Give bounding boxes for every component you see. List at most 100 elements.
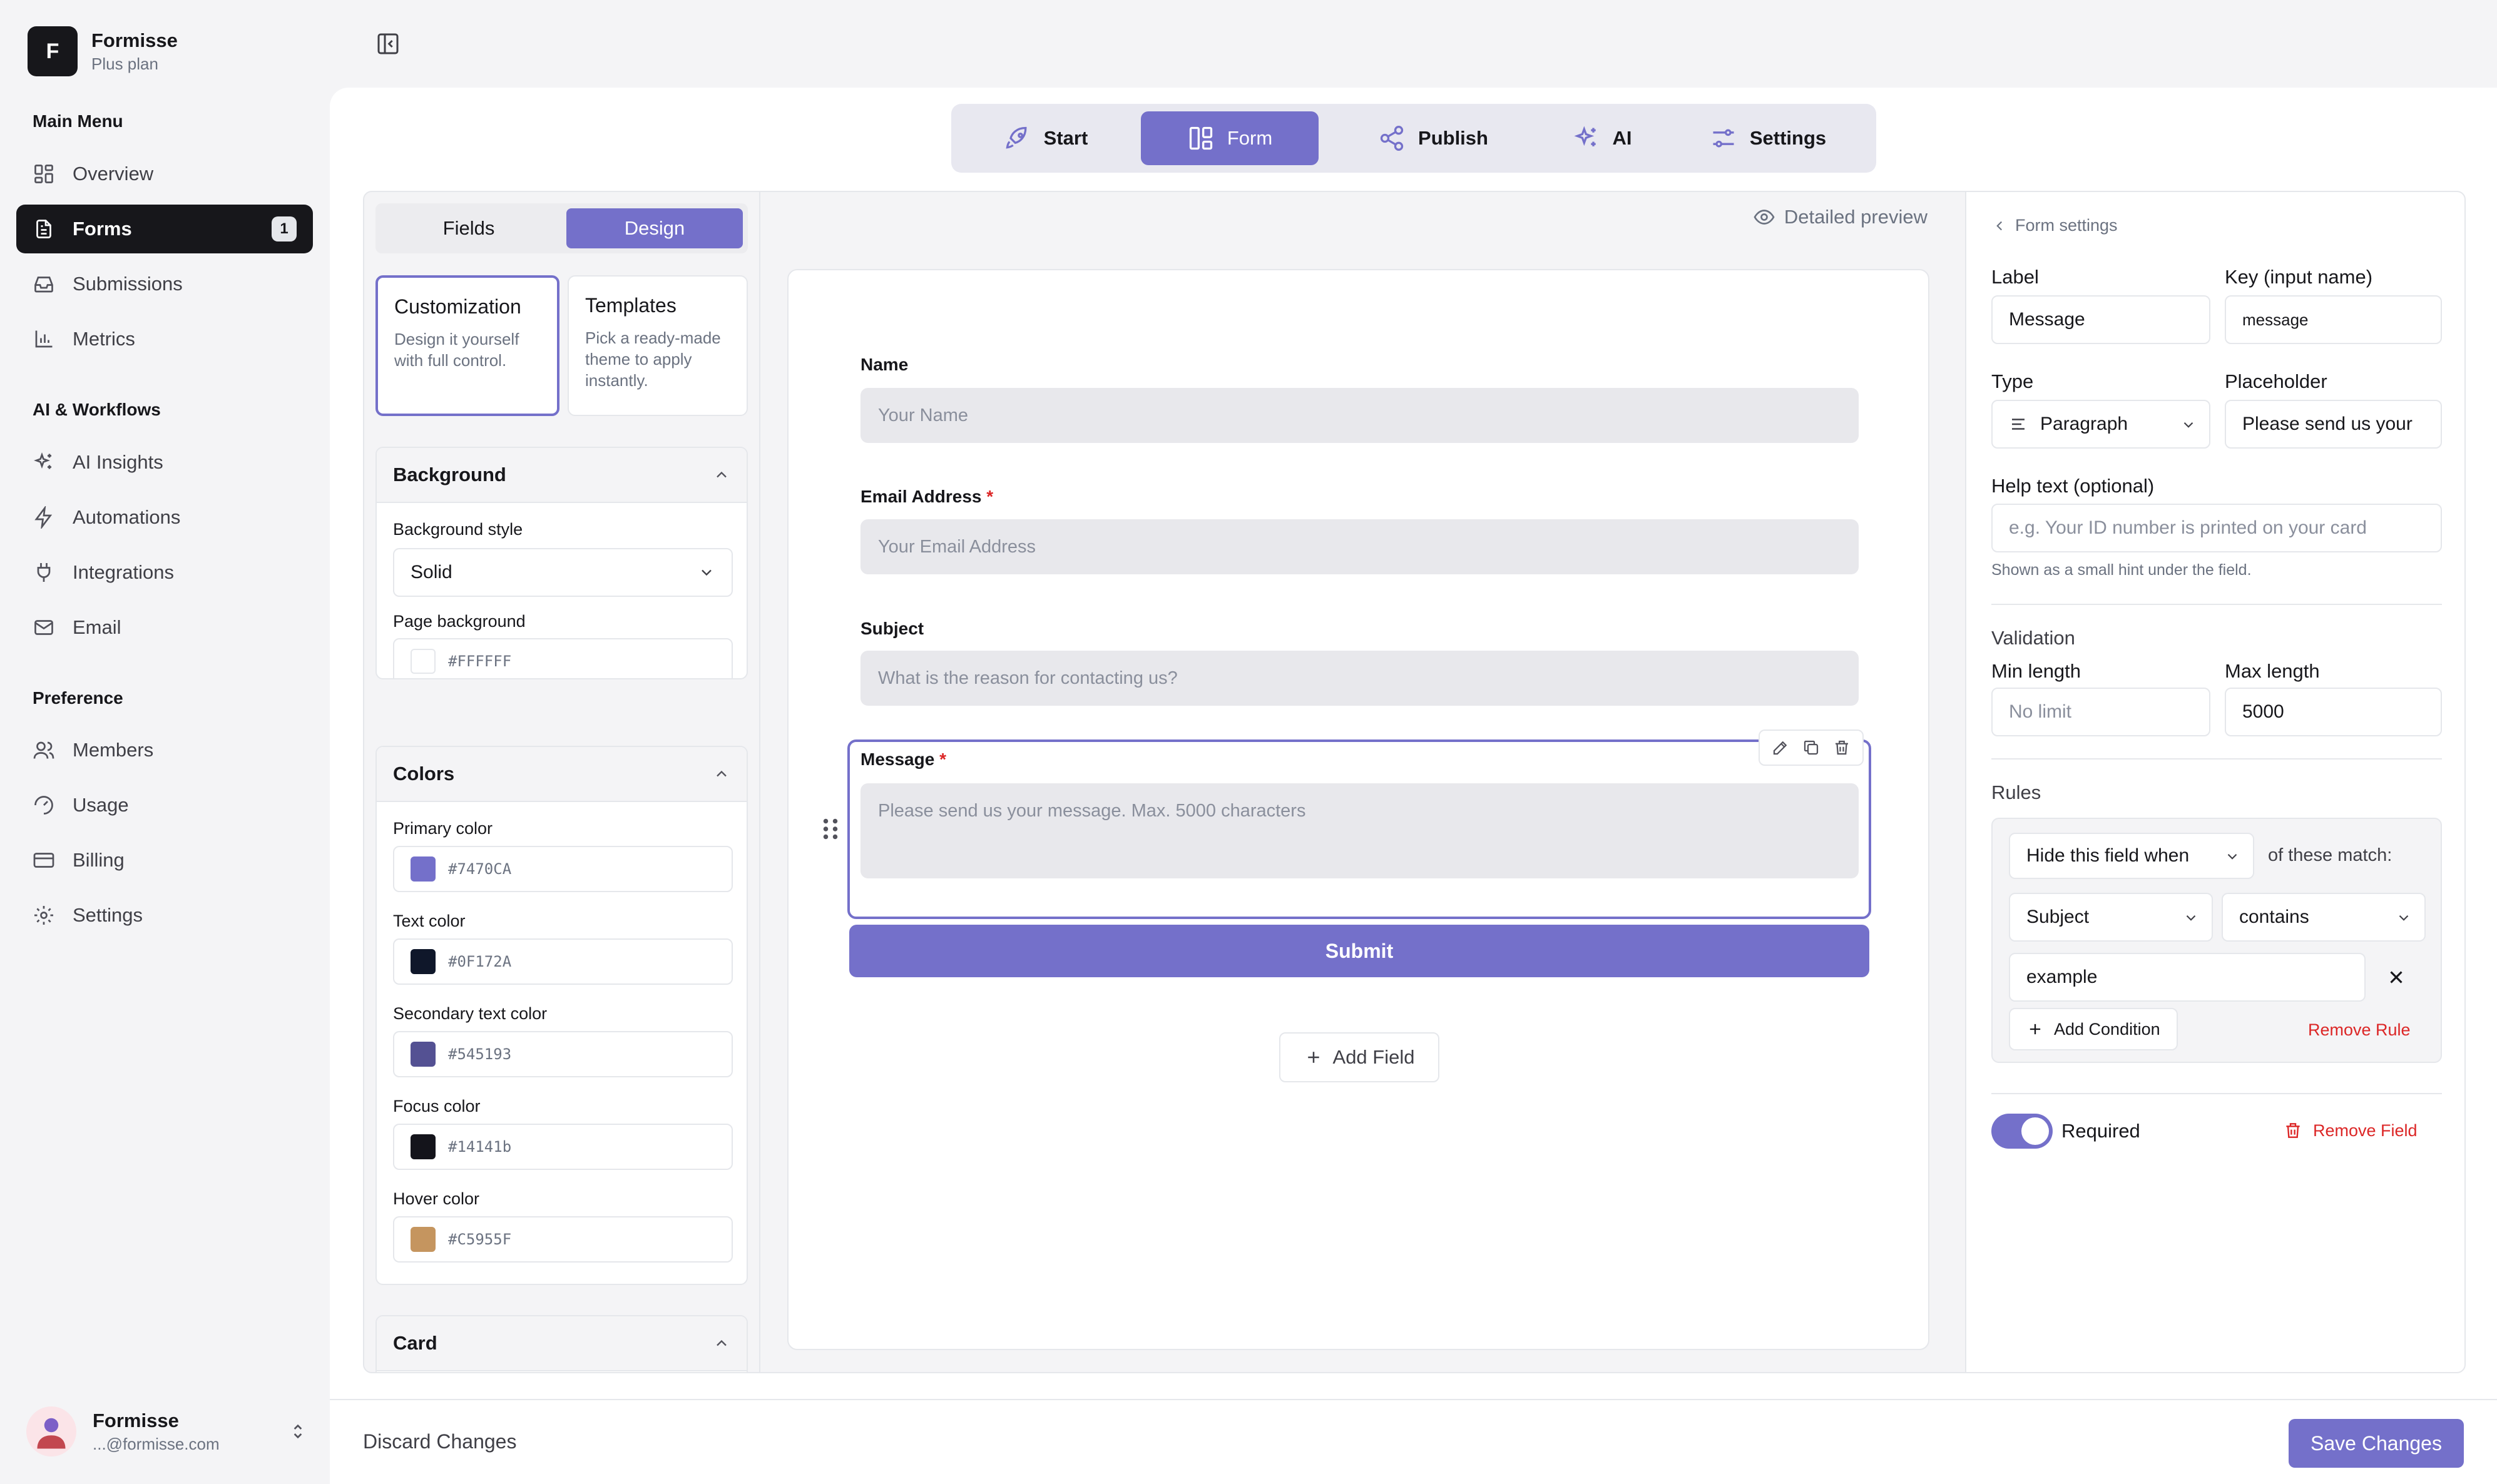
help-text-input[interactable]: e.g. Your ID number is printed on your c… bbox=[1991, 504, 2442, 552]
mode-templates[interactable]: Templates Pick a ready-made theme to app… bbox=[568, 275, 748, 416]
background-style-label: Background style bbox=[393, 520, 523, 539]
chevron-down-icon bbox=[2227, 853, 2237, 860]
lightning-icon bbox=[34, 506, 53, 529]
label-input[interactable]: Message bbox=[1991, 295, 2210, 344]
card-section-header[interactable]: Card bbox=[377, 1316, 747, 1371]
sidebar-item-email[interactable]: Email bbox=[16, 603, 313, 652]
trash-icon[interactable] bbox=[1832, 738, 1851, 757]
placeholder-input[interactable]: Please send us your bbox=[2225, 400, 2442, 449]
sidebar-item-label: Automations bbox=[73, 506, 181, 528]
panel-tab-switch: Fields Design bbox=[375, 203, 748, 253]
add-condition-button[interactable]: Add Condition bbox=[2009, 1008, 2178, 1050]
colors-section-header[interactable]: Colors bbox=[377, 747, 747, 802]
close-icon[interactable] bbox=[2386, 967, 2407, 988]
text-color-label: Text color bbox=[393, 912, 466, 930]
page-background-input[interactable]: #FFFFFF bbox=[393, 638, 733, 678]
paragraph-icon bbox=[2012, 419, 2025, 430]
min-length-title: Min length bbox=[1991, 660, 2081, 682]
mode-desc: Pick a ready-made theme to apply instant… bbox=[585, 328, 721, 390]
email-field-input[interactable]: Your Email Address bbox=[860, 519, 1859, 574]
background-section-header[interactable]: Background bbox=[377, 448, 747, 503]
min-length-input[interactable]: No limit bbox=[1991, 688, 2210, 736]
save-changes-button[interactable]: Save Changes bbox=[2289, 1419, 2464, 1468]
primary-color-input[interactable]: #7470CA bbox=[393, 846, 733, 892]
share-icon bbox=[1380, 126, 1404, 151]
rule-field-select[interactable]: Subject bbox=[2009, 893, 2213, 942]
sidebar-item-automations[interactable]: Automations bbox=[16, 493, 313, 542]
sparkles-icon bbox=[34, 452, 51, 469]
sidebar-item-usage[interactable]: Usage bbox=[16, 781, 313, 830]
field-settings-panel: Form settings Label Message Key (input n… bbox=[1965, 191, 2466, 1373]
remove-field-button[interactable]: Remove Field bbox=[2283, 1121, 2418, 1141]
name-field-input[interactable]: Your Name bbox=[860, 388, 1859, 443]
text-color-input[interactable]: #0F172A bbox=[393, 938, 733, 985]
sidebar-item-settings[interactable]: Settings bbox=[16, 891, 313, 940]
tab-design[interactable]: Design bbox=[566, 208, 743, 248]
submit-button[interactable]: Submit bbox=[849, 925, 1869, 977]
preview-label: Detailed preview bbox=[1784, 206, 1928, 228]
email-field-label: Email Address * bbox=[860, 487, 993, 507]
tab-label: Publish bbox=[1418, 127, 1488, 149]
sidebar-item-label: Metrics bbox=[73, 328, 135, 350]
sidebar-item-integrations[interactable]: Integrations bbox=[16, 548, 313, 597]
max-length-title: Max length bbox=[2225, 660, 2320, 682]
tab-form[interactable]: Form bbox=[1141, 111, 1319, 165]
eye-icon bbox=[1754, 210, 1775, 225]
sidebar-item-overview[interactable]: Overview bbox=[16, 150, 313, 198]
focus-color-input[interactable]: #14141b bbox=[393, 1124, 733, 1170]
tab-start[interactable]: Start bbox=[988, 111, 1104, 165]
tab-publish[interactable]: Publish bbox=[1352, 111, 1514, 165]
chevron-up-icon bbox=[717, 770, 727, 777]
sidebar-item-label: Settings bbox=[73, 904, 143, 926]
rule-operator-select[interactable]: contains bbox=[2222, 893, 2426, 942]
plus-icon bbox=[1307, 1052, 1319, 1063]
detailed-preview-link[interactable]: Detailed preview bbox=[1753, 206, 1928, 228]
add-field-button[interactable]: Add Field bbox=[1279, 1032, 1439, 1082]
sidebar-item-label: Email bbox=[73, 616, 121, 638]
remove-rule-button[interactable]: Remove Rule bbox=[2308, 1020, 2411, 1040]
required-toggle[interactable] bbox=[1991, 1114, 2053, 1149]
rules-title: Rules bbox=[1991, 781, 2041, 803]
subject-field-input[interactable]: What is the reason for contacting us? bbox=[860, 651, 1859, 706]
tab-fields[interactable]: Fields bbox=[380, 208, 557, 248]
tab-label: AI bbox=[1612, 127, 1632, 149]
sidebar-item-forms[interactable]: Forms 1 bbox=[16, 205, 313, 253]
sidebar-item-members[interactable]: Members bbox=[16, 726, 313, 775]
pencil-icon[interactable] bbox=[1771, 738, 1790, 757]
type-select[interactable]: Paragraph bbox=[1991, 400, 2210, 449]
background-style-select[interactable]: Solid bbox=[393, 548, 733, 597]
message-field-textarea[interactable]: Please send us your message. Max. 5000 c… bbox=[860, 783, 1859, 878]
sidebar-collapse-icon[interactable] bbox=[375, 31, 401, 56]
mode-customization[interactable]: Customization Design it yourself with fu… bbox=[375, 275, 559, 416]
back-to-form-settings[interactable]: Form settings bbox=[1991, 216, 2118, 235]
secondary-color-input[interactable]: #545193 bbox=[393, 1031, 733, 1077]
sidebar-item-ai-insights[interactable]: AI Insights bbox=[16, 438, 313, 487]
sidebar-item-submissions[interactable]: Submissions bbox=[16, 260, 313, 308]
key-input[interactable]: message bbox=[2225, 295, 2442, 344]
validation-title: Validation bbox=[1991, 627, 2075, 649]
sidebar-item-metrics[interactable]: Metrics bbox=[16, 315, 313, 363]
select-value: Subject bbox=[2026, 907, 2090, 927]
hover-color-input[interactable]: #C5955F bbox=[393, 1216, 733, 1263]
forms-count-badge: 1 bbox=[272, 216, 297, 241]
gauge-icon bbox=[34, 796, 53, 815]
sidebar-item-label: Billing bbox=[73, 849, 125, 871]
max-length-input[interactable]: 5000 bbox=[2225, 688, 2442, 736]
tab-ai[interactable]: AI bbox=[1552, 111, 1652, 165]
sidebar-item-billing[interactable]: Billing bbox=[16, 836, 313, 885]
drag-handle-icon[interactable] bbox=[821, 816, 840, 841]
sidebar-item-label: AI Insights bbox=[73, 451, 163, 473]
user-menu[interactable]: Formisse ...@formisse.com bbox=[26, 1406, 308, 1456]
field-toolbar bbox=[1759, 729, 1864, 766]
workspace-switcher[interactable]: F Formisse Plus plan bbox=[28, 26, 178, 76]
chevron-left-icon bbox=[1996, 221, 2003, 230]
message-field-label: Message * bbox=[860, 750, 946, 770]
tab-settings[interactable]: Settings bbox=[1683, 111, 1852, 165]
rule-value-input[interactable]: example bbox=[2009, 953, 2366, 1002]
document-icon bbox=[36, 220, 51, 238]
copy-icon[interactable] bbox=[1802, 738, 1820, 757]
rule-action-select[interactable]: Hide this field when bbox=[2009, 833, 2254, 879]
user-email: ...@formisse.com bbox=[93, 1434, 220, 1453]
gear-icon bbox=[34, 906, 53, 925]
discard-changes-button[interactable]: Discard Changes bbox=[363, 1430, 516, 1453]
